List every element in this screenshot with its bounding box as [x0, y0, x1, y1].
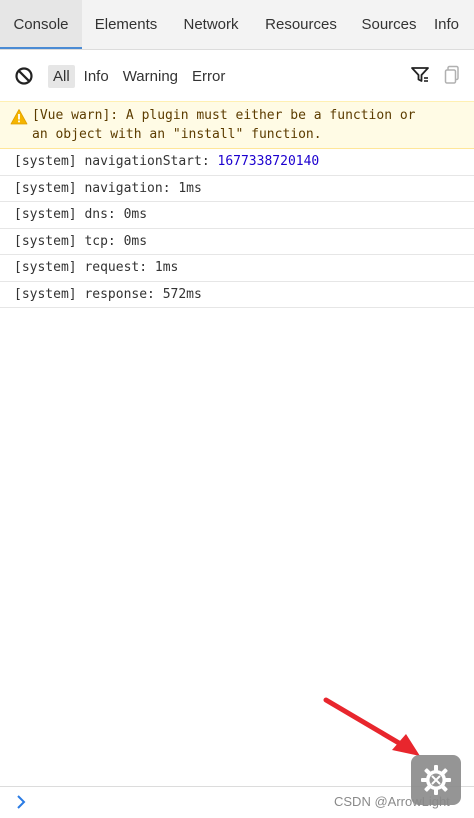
- settings-floating-button[interactable]: [411, 755, 461, 805]
- log-number-value: 1677338720140: [217, 154, 320, 170]
- devtools-tab-bar: Console Elements Network Resources Sourc…: [0, 0, 474, 50]
- tab-console[interactable]: Console: [0, 0, 82, 49]
- filter-all-button[interactable]: All: [48, 64, 75, 88]
- tab-resources[interactable]: Resources: [252, 0, 350, 49]
- log-text: [system] response: 572ms: [14, 286, 202, 302]
- console-toolbar: All Info Warning Error: [0, 51, 474, 101]
- log-text: [system] tcp: 0ms: [14, 233, 148, 249]
- log-row: [system] request: 1ms: [0, 255, 474, 282]
- log-warning-row: [Vue warn]: A plugin must either be a fu…: [0, 101, 474, 149]
- copy-icon[interactable]: [442, 64, 462, 86]
- active-tab-indicator: [0, 47, 82, 49]
- filter-error-button[interactable]: Error: [187, 65, 230, 88]
- tab-elements[interactable]: Elements: [82, 0, 170, 49]
- tab-info[interactable]: Info: [428, 0, 474, 49]
- annotation-arrow: [323, 697, 420, 756]
- log-row: [system] tcp: 0ms: [0, 229, 474, 255]
- log-row: [system] response: 572ms: [0, 282, 474, 308]
- tab-sources[interactable]: Sources: [350, 0, 428, 49]
- gear-icon: [421, 765, 451, 795]
- log-text: [system] dns: 0ms: [14, 207, 148, 223]
- log-row: [system] navigationStart: 1677338720140: [0, 149, 474, 176]
- filter-warning-button[interactable]: Warning: [118, 65, 183, 88]
- tab-network[interactable]: Network: [170, 0, 252, 49]
- filter-icon[interactable]: [410, 64, 430, 86]
- log-text: [system] request: 1ms: [14, 260, 179, 276]
- log-warning-text: [Vue warn]: A plugin must either be a fu…: [32, 108, 416, 142]
- log-row: [system] navigation: 1ms: [0, 176, 474, 202]
- filter-info-button[interactable]: Info: [79, 65, 114, 88]
- chevron-right-icon: [17, 795, 26, 809]
- log-text: [system] navigationStart:: [14, 154, 218, 170]
- console-log-list: [Vue warn]: A plugin must either be a fu…: [0, 101, 474, 308]
- clear-icon[interactable]: [12, 64, 36, 88]
- warning-triangle-icon: [10, 108, 28, 126]
- log-row: [system] dns: 0ms: [0, 202, 474, 229]
- log-text: [system] navigation: 1ms: [14, 180, 202, 196]
